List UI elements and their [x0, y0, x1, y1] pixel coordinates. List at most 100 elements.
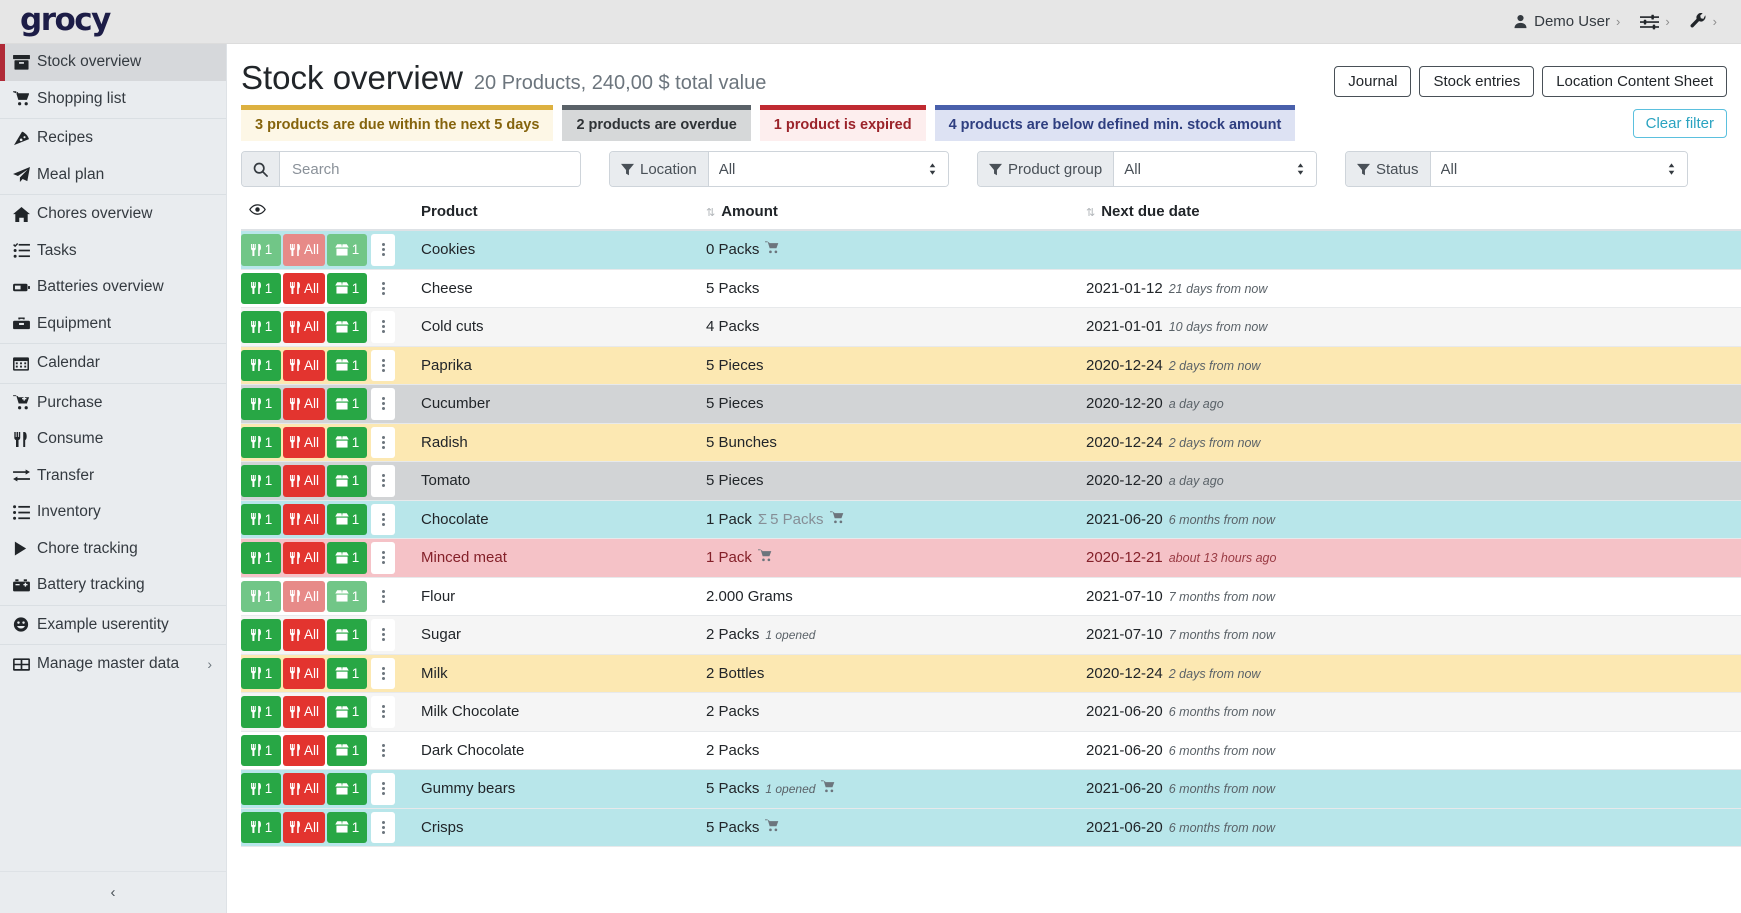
- sidebar-item-consume[interactable]: Consume: [0, 421, 226, 458]
- sidebar-collapse-button[interactable]: ‹: [0, 871, 226, 913]
- consume-all-button[interactable]: All: [283, 811, 326, 844]
- sidebar-item-example-userentity[interactable]: Example userentity: [0, 607, 226, 644]
- sidebar-item-meal-plan[interactable]: Meal plan: [0, 157, 226, 194]
- consume-one-button[interactable]: 1: [241, 773, 281, 805]
- sidebar-item-equipment[interactable]: Equipment: [0, 306, 226, 343]
- journal-button[interactable]: Journal: [1334, 66, 1412, 97]
- table-row[interactable]: 1 All 1 Minced meat 1 Pack 2020-12-21 about 13…: [241, 538, 1741, 578]
- consume-all-button[interactable]: All: [283, 734, 326, 767]
- kebab-menu-icon[interactable]: [371, 657, 396, 690]
- table-row[interactable]: 1 All 1 Cucumber 5 Pieces 2020-12-20 a day ago: [241, 384, 1741, 424]
- sidebar-item-inventory[interactable]: Inventory: [0, 494, 226, 531]
- consume-all-button[interactable]: All: [283, 426, 326, 459]
- expired-chip[interactable]: 1 product is expired: [759, 105, 926, 142]
- sidebar-item-chore-tracking[interactable]: Chore tracking: [0, 531, 226, 568]
- kebab-menu-icon[interactable]: [371, 542, 396, 574]
- consume-one-button[interactable]: 1: [241, 696, 281, 728]
- consume-all-button[interactable]: All: [283, 619, 326, 651]
- consume-one-button[interactable]: 1: [241, 619, 281, 651]
- table-row[interactable]: 1 All 1 Sugar 2 Packs 1 opened 2021-07-10 7 mon…: [241, 615, 1741, 655]
- consume-one-button[interactable]: 1: [241, 465, 281, 497]
- table-row[interactable]: [241, 846, 1741, 885]
- kebab-menu-icon[interactable]: [371, 388, 396, 420]
- open-one-button[interactable]: 1: [327, 696, 368, 728]
- open-one-button[interactable]: 1: [327, 234, 368, 266]
- sidebar-item-tasks[interactable]: Tasks: [0, 233, 226, 270]
- product-group-select[interactable]: All: [1114, 152, 1316, 187]
- open-one-button[interactable]: 1: [327, 349, 368, 382]
- sort-icon[interactable]: ⇅: [1086, 207, 1095, 219]
- open-one-button[interactable]: 1: [327, 426, 368, 459]
- consume-one-button[interactable]: 1: [241, 426, 281, 459]
- kebab-menu-icon[interactable]: [371, 234, 396, 266]
- table-row[interactable]: 1 All 1 Cheese 5 Packs 2021-01-12 21 days from…: [241, 268, 1741, 308]
- col-header-amount[interactable]: ⇅ Amount: [698, 196, 1078, 232]
- eye-icon[interactable]: [249, 203, 266, 216]
- table-row[interactable]: 1 All 1 Cookies 0 Packs: [241, 229, 1741, 270]
- kebab-menu-icon[interactable]: [371, 272, 396, 305]
- consume-all-button[interactable]: All: [283, 465, 326, 497]
- consume-all-button[interactable]: All: [283, 234, 326, 266]
- consume-all-button[interactable]: All: [283, 542, 326, 574]
- open-one-button[interactable]: 1: [327, 811, 368, 844]
- consume-one-button[interactable]: 1: [241, 311, 281, 343]
- location-content-sheet-button[interactable]: Location Content Sheet: [1542, 66, 1727, 97]
- open-one-button[interactable]: 1: [327, 580, 368, 613]
- open-one-button[interactable]: 1: [327, 503, 368, 536]
- settings-menu[interactable]: ›: [1630, 10, 1679, 34]
- consume-all-button[interactable]: All: [283, 773, 326, 805]
- kebab-menu-icon[interactable]: [371, 619, 396, 651]
- stock-entries-button[interactable]: Stock entries: [1419, 66, 1535, 97]
- consume-all-button[interactable]: All: [283, 311, 326, 343]
- location-select[interactable]: All: [708, 152, 948, 187]
- clear-filter-button[interactable]: Clear filter: [1632, 109, 1727, 138]
- shopping-cart-icon[interactable]: [765, 241, 779, 258]
- open-one-button[interactable]: 1: [327, 657, 368, 690]
- table-row[interactable]: 1 All 1 Flour 2.000 Grams 2021-07-10 7 months …: [241, 576, 1741, 616]
- open-one-button[interactable]: 1: [327, 272, 368, 305]
- below-min-chip[interactable]: 4 products are below defined min. stock …: [934, 105, 1296, 142]
- kebab-menu-icon[interactable]: [371, 734, 396, 767]
- sidebar-item-batteries-overview[interactable]: Batteries overview: [0, 269, 226, 306]
- consume-one-button[interactable]: 1: [241, 234, 281, 266]
- kebab-menu-icon[interactable]: [371, 349, 396, 382]
- sidebar-item-battery-tracking[interactable]: Battery tracking: [0, 567, 226, 604]
- table-row[interactable]: 1 All 1 Paprika 5 Pieces 2020-12-24 2 days fro…: [241, 345, 1741, 385]
- sidebar-item-recipes[interactable]: Recipes: [0, 120, 226, 157]
- consume-one-button[interactable]: 1: [241, 811, 281, 844]
- tools-menu[interactable]: ›: [1680, 9, 1727, 34]
- shopping-cart-icon[interactable]: [757, 549, 772, 566]
- sidebar-item-chores-overview[interactable]: Chores overview: [0, 196, 226, 233]
- consume-one-button[interactable]: 1: [241, 503, 281, 536]
- open-one-button[interactable]: 1: [327, 311, 368, 343]
- consume-all-button[interactable]: All: [283, 272, 326, 305]
- open-one-button[interactable]: 1: [327, 619, 368, 651]
- user-menu[interactable]: Demo User ›: [1503, 9, 1630, 34]
- col-header-due[interactable]: ⇅Next due date ⇅: [1078, 196, 1741, 232]
- shopping-cart-icon[interactable]: [821, 780, 835, 797]
- kebab-menu-icon[interactable]: [371, 580, 396, 613]
- col-header-product[interactable]: Product: [413, 196, 698, 232]
- kebab-menu-icon[interactable]: [371, 426, 396, 459]
- sidebar-item-stock-overview[interactable]: Stock overview: [0, 44, 226, 81]
- open-one-button[interactable]: 1: [327, 734, 368, 767]
- kebab-menu-icon[interactable]: [371, 696, 396, 728]
- kebab-menu-icon[interactable]: [371, 503, 396, 536]
- grocy-logo[interactable]: grocy: [20, 4, 111, 36]
- consume-all-button[interactable]: All: [283, 388, 326, 420]
- consume-all-button[interactable]: All: [283, 696, 326, 728]
- sidebar-item-purchase[interactable]: Purchase: [0, 385, 226, 422]
- consume-all-button[interactable]: All: [283, 503, 326, 536]
- table-row[interactable]: 1 All 1 Tomato 5 Pieces 2020-12-20 a day ago: [241, 461, 1741, 501]
- open-one-button[interactable]: 1: [327, 773, 368, 805]
- sidebar-item-transfer[interactable]: Transfer: [0, 458, 226, 495]
- shopping-cart-icon[interactable]: [829, 511, 844, 528]
- sidebar-item-shopping-list[interactable]: Shopping list: [0, 81, 226, 118]
- consume-one-button[interactable]: 1: [241, 580, 281, 613]
- search-input[interactable]: [280, 152, 580, 187]
- sort-icon[interactable]: ⇅: [706, 207, 715, 219]
- open-one-button[interactable]: 1: [327, 542, 368, 574]
- overdue-chip[interactable]: 2 products are overdue: [562, 105, 751, 142]
- kebab-menu-icon[interactable]: [371, 311, 396, 343]
- table-row[interactable]: 1 All 1 Radish 5 Bunches 2020-12-24 2 days fro…: [241, 422, 1741, 462]
